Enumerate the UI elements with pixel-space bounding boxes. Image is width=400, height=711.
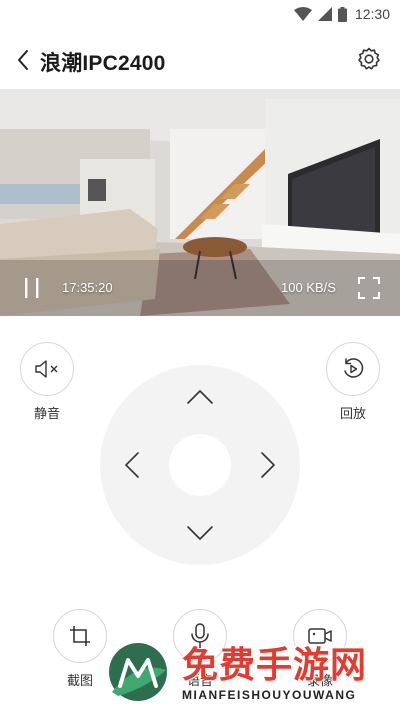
arrow-up-icon[interactable] <box>185 383 215 413</box>
playback-button[interactable] <box>326 342 380 396</box>
screenshot-button[interactable] <box>53 609 107 663</box>
dpad-center[interactable] <box>169 434 231 496</box>
watermark-title: 免费手游网 <box>182 644 368 685</box>
arrow-down-icon[interactable] <box>185 517 215 547</box>
mute-label: 静音 <box>33 406 60 421</box>
status-bar: 12:30 <box>0 0 400 28</box>
speaker-mute-icon <box>35 360 58 378</box>
crop-icon <box>70 626 90 646</box>
arrow-left-icon[interactable] <box>118 450 148 480</box>
watermark-subtitle: MIANFEISHOUYOUWANG <box>182 688 357 702</box>
wifi-icon <box>293 7 312 21</box>
pause-icon[interactable] <box>22 276 42 300</box>
signal-icon <box>317 7 332 21</box>
video-controls: 17:35:20 100 KB/S <box>0 260 400 316</box>
app-bar: 浪潮IPC2400 <box>0 40 400 80</box>
arrow-right-icon[interactable] <box>252 450 282 480</box>
status-time: 12:30 <box>354 6 390 22</box>
page-title: 浪潮IPC2400 <box>40 52 166 75</box>
battery-icon <box>337 6 347 22</box>
playback-label: 回放 <box>339 406 366 421</box>
back-icon[interactable] <box>12 48 36 72</box>
video-bitrate: 100 KB/S <box>281 280 336 295</box>
watermark: 免费手游网 MIANFEISHOUYOUWANG <box>100 630 400 711</box>
fullscreen-icon[interactable] <box>358 277 380 299</box>
camera-video-feed[interactable]: 17:35:20 100 KB/S <box>0 89 400 316</box>
mute-button[interactable] <box>20 342 74 396</box>
direction-pad <box>100 365 300 565</box>
replay-icon <box>344 358 364 378</box>
gear-icon[interactable] <box>356 46 382 72</box>
video-timestamp: 17:35:20 <box>62 280 113 295</box>
status-icons: 12:30 <box>293 4 390 24</box>
